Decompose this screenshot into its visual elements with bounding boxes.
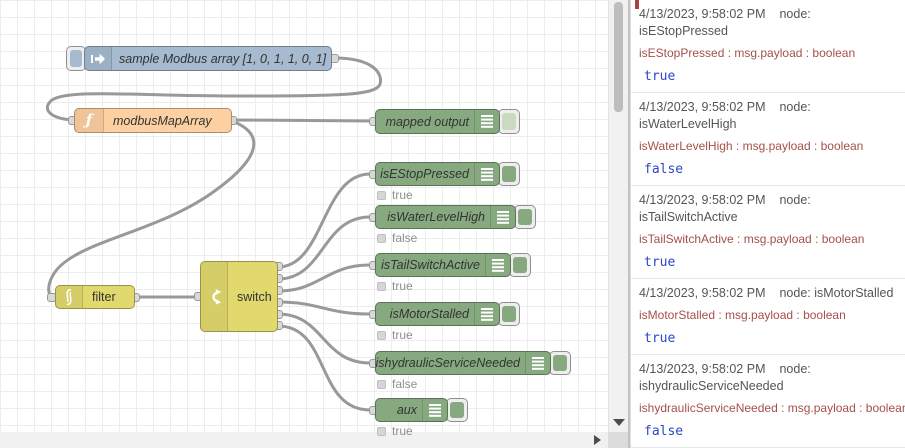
debug-toggle-button[interactable] bbox=[498, 302, 520, 326]
debug-toggle-fill bbox=[553, 355, 567, 371]
node-status: false bbox=[377, 377, 417, 391]
node-label: ishydraulicServiceNeeded bbox=[376, 356, 520, 370]
debug-toggle-fill bbox=[502, 166, 516, 182]
scroll-right-icon[interactable] bbox=[594, 435, 601, 445]
scrollbar-corner bbox=[608, 432, 628, 448]
debug-message-meta: 4/13/2023, 9:58:02 PM node: isMotorStalle… bbox=[639, 285, 897, 302]
debug-message: 4/13/2023, 9:58:02 PM node: isTailSwitchA… bbox=[631, 186, 905, 279]
status-text: true bbox=[392, 188, 413, 202]
debug-message-timestamp: 4/13/2023, 9:58:02 PM bbox=[639, 193, 766, 207]
debug-message-timestamp: 4/13/2023, 9:58:02 PM bbox=[639, 286, 766, 300]
debug-message-path: isMotorStalled : msg.payload : boolean bbox=[639, 308, 846, 322]
debug-toggle-fill bbox=[513, 257, 527, 273]
node-status: true bbox=[377, 279, 413, 293]
debug-toggle-fill bbox=[450, 402, 464, 418]
node-function[interactable]: ƒ modbusMapArray bbox=[74, 108, 232, 133]
node-filter[interactable]: filter bbox=[55, 285, 135, 309]
debug-message-value: true bbox=[644, 331, 676, 346]
status-icon bbox=[377, 281, 386, 291]
debug-message-path: isTailSwitchActive : msg.payload : boole… bbox=[639, 232, 865, 246]
status-icon bbox=[377, 379, 386, 389]
node-status: false bbox=[377, 231, 417, 245]
status-icon bbox=[377, 233, 386, 243]
debug-toggle-button[interactable] bbox=[509, 253, 531, 277]
debug-list-icon bbox=[490, 206, 515, 228]
node-inject[interactable]: sample Modbus array [1, 0, 1, 1, 0, 1] bbox=[84, 46, 332, 71]
debug-toggle-button[interactable] bbox=[549, 351, 571, 375]
node-label: modbusMapArray bbox=[113, 113, 212, 128]
status-text: true bbox=[392, 424, 413, 438]
debug-sidebar: 4/13/2023, 9:58:02 PM node: isEStopPresse… bbox=[630, 0, 905, 448]
debug-message-meta: 4/13/2023, 9:58:02 PM node: ishydraulicSe… bbox=[639, 361, 897, 395]
node-isTailSwitchActive[interactable]: isTailSwitchActive bbox=[375, 253, 511, 277]
wire[interactable] bbox=[230, 118, 374, 123]
node-ishydraulicServiceNeeded[interactable]: ishydraulicServiceNeeded bbox=[375, 351, 551, 375]
debug-toggle-button[interactable] bbox=[498, 109, 520, 134]
node-isMotorStalled[interactable]: isMotorStalled bbox=[375, 302, 500, 326]
flow-canvas[interactable]: sample Modbus array [1, 0, 1, 1, 0, 1] ƒ… bbox=[0, 0, 608, 438]
status-text: false bbox=[392, 377, 418, 391]
debug-message-meta: 4/13/2023, 9:58:02 PM node: isWaterLevelH… bbox=[639, 99, 897, 133]
status-icon bbox=[377, 330, 386, 340]
debug-message-value: false bbox=[644, 162, 684, 177]
node-red-editor: sample Modbus array [1, 0, 1, 1, 0, 1] ƒ… bbox=[0, 0, 905, 448]
debug-list-icon bbox=[474, 110, 499, 133]
canvas-horizontal-scrollbar[interactable] bbox=[0, 432, 608, 448]
node-aux[interactable]: aux bbox=[375, 398, 448, 422]
inject-button-fill bbox=[70, 50, 82, 67]
wire[interactable] bbox=[276, 215, 372, 281]
debug-message-timestamp: 4/13/2023, 9:58:02 PM bbox=[639, 100, 766, 114]
debug-list-icon bbox=[474, 303, 499, 325]
scroll-down-icon[interactable] bbox=[613, 419, 625, 426]
debug-message-value: false bbox=[644, 424, 684, 439]
debug-message-meta: 4/13/2023, 9:58:02 PM node: isTailSwitchA… bbox=[639, 192, 897, 226]
debug-message-timestamp: 4/13/2023, 9:58:02 PM bbox=[639, 7, 766, 21]
canvas-vertical-scrollbar[interactable] bbox=[608, 0, 628, 432]
node-mapped-output[interactable]: mapped output bbox=[375, 109, 500, 134]
debug-toggle-button[interactable] bbox=[498, 162, 520, 186]
node-label: sample Modbus array [1, 0, 1, 1, 0, 1] bbox=[119, 51, 327, 66]
node-status: true bbox=[377, 188, 413, 202]
debug-toggle-fill bbox=[502, 306, 516, 322]
partial-message-fragment bbox=[635, 0, 639, 9]
status-text: true bbox=[392, 279, 413, 293]
node-switch[interactable]: switch bbox=[200, 261, 278, 332]
debug-list-icon bbox=[422, 399, 447, 421]
status-text: false bbox=[392, 231, 418, 245]
debug-message-node: node: isMotorStalled bbox=[779, 286, 894, 300]
node-label: switch bbox=[237, 289, 272, 304]
debug-message: 4/13/2023, 9:58:02 PM node: isEStopPresse… bbox=[631, 0, 905, 93]
node-status: true bbox=[377, 328, 413, 342]
debug-message: 4/13/2023, 9:58:02 PM node: isWaterLevelH… bbox=[631, 93, 905, 186]
debug-message-meta: 4/13/2023, 9:58:02 PM node: isEStopPresse… bbox=[639, 6, 897, 40]
node-label: filter bbox=[92, 290, 116, 304]
status-icon bbox=[377, 426, 386, 436]
node-isEStopPressed[interactable]: isEStopPressed bbox=[375, 162, 500, 186]
debug-toggle-button[interactable] bbox=[446, 398, 468, 422]
debug-message-value: true bbox=[644, 69, 676, 84]
debug-message-path: ishydraulicServiceNeeded : msg.payload :… bbox=[639, 401, 905, 415]
debug-list-icon bbox=[525, 352, 550, 374]
status-text: true bbox=[392, 328, 413, 342]
wire[interactable] bbox=[276, 300, 372, 316]
inject-button[interactable] bbox=[66, 46, 86, 71]
debug-message-path: isEStopPressed : msg.payload : boolean bbox=[639, 46, 856, 60]
node-isWaterLevelHigh[interactable]: isWaterLevelHigh bbox=[375, 205, 516, 229]
debug-message-timestamp: 4/13/2023, 9:58:02 PM bbox=[639, 362, 766, 376]
status-icon bbox=[377, 190, 386, 200]
wire[interactable] bbox=[276, 312, 372, 365]
debug-toggle-fill bbox=[518, 209, 532, 225]
debug-message-value: true bbox=[644, 255, 676, 270]
node-status: true bbox=[377, 424, 413, 438]
debug-message: 4/13/2023, 9:58:02 PM node: isMotorStalle… bbox=[631, 279, 905, 355]
debug-toggle-fill bbox=[502, 113, 516, 130]
debug-toggle-button[interactable] bbox=[514, 205, 536, 229]
debug-message-path: isWaterLevelHigh : msg.payload : boolean bbox=[639, 139, 864, 153]
debug-list-icon bbox=[474, 163, 499, 185]
debug-message: 4/13/2023, 9:58:02 PM node: ishydraulicSe… bbox=[631, 355, 905, 448]
debug-list-icon bbox=[485, 254, 510, 276]
scrollbar-thumb[interactable] bbox=[614, 2, 623, 112]
